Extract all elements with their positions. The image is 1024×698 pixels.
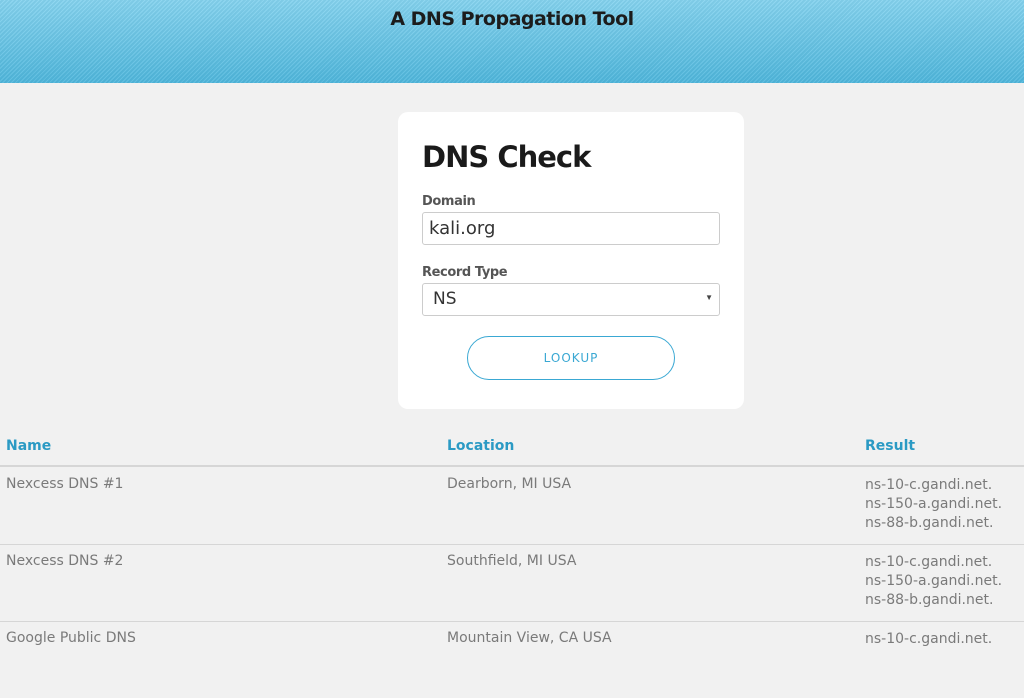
site-title: A DNS Propagation Tool <box>390 8 634 30</box>
server-name: Nexcess DNS #1 <box>6 476 124 492</box>
server-result: ns-10-c.gandi.net. ns-150-a.gandi.net. n… <box>865 476 1002 533</box>
record-type-label: Record Type <box>422 265 508 280</box>
result-line: ns-88-b.gandi.net. <box>865 592 994 608</box>
result-line: ns-10-c.gandi.net. <box>865 477 993 493</box>
result-line: ns-10-c.gandi.net. <box>865 631 993 647</box>
dns-check-card: DNS Check Domain Record Type NS ▼ LOOKUP <box>398 112 744 409</box>
server-result: ns-10-c.gandi.net. ns-150-a.gandi.net. n… <box>865 553 1002 610</box>
column-header-location[interactable]: Location <box>447 438 514 454</box>
chevron-down-icon: ▼ <box>705 293 713 302</box>
domain-label: Domain <box>422 194 476 209</box>
server-location: Dearborn, MI USA <box>447 476 572 492</box>
server-result: ns-10-c.gandi.net. <box>865 630 992 649</box>
form-title: DNS Check <box>422 140 591 174</box>
server-name: Nexcess DNS #2 <box>6 553 124 569</box>
top-banner: A DNS Propagation Tool <box>0 0 1024 83</box>
record-type-value: NS <box>433 289 457 309</box>
server-location: Mountain View, CA USA <box>447 630 612 646</box>
domain-input[interactable] <box>422 212 720 245</box>
result-line: ns-150-a.gandi.net. <box>865 573 1003 589</box>
result-line: ns-150-a.gandi.net. <box>865 496 1003 512</box>
table-row: Google Public DNS Mountain View, CA USA … <box>0 621 1024 698</box>
column-header-name[interactable]: Name <box>6 438 51 454</box>
result-line: ns-10-c.gandi.net. <box>865 554 993 570</box>
table-row: Nexcess DNS #1 Dearborn, MI USA ns-10-c.… <box>0 467 1024 545</box>
record-type-select[interactable]: NS ▼ <box>422 283 720 316</box>
server-location: Southfield, MI USA <box>447 553 577 569</box>
table-row: Nexcess DNS #2 Southfield, MI USA ns-10-… <box>0 544 1024 622</box>
column-header-result[interactable]: Result <box>865 438 915 454</box>
lookup-button[interactable]: LOOKUP <box>467 336 675 380</box>
result-line: ns-88-b.gandi.net. <box>865 515 994 531</box>
server-name: Google Public DNS <box>6 630 136 646</box>
